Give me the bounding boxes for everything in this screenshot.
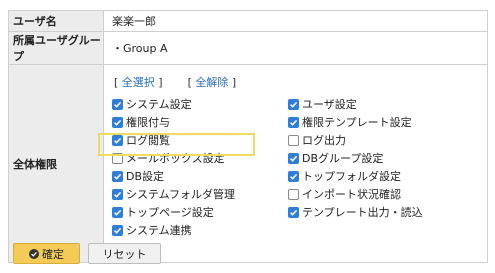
- checkbox-checked[interactable]: [288, 98, 299, 110]
- permission-label: システム連携: [126, 224, 192, 237]
- checkbox-checked[interactable]: [112, 116, 123, 128]
- user-group-value: ・Group A: [103, 31, 488, 65]
- select-all-link[interactable]: 全選択: [122, 76, 155, 89]
- permission-cell: [ 全選択 ] [ 全解除 ] システム設定 ユーザ設定権限付与 権限テンプレート設…: [103, 64, 488, 263]
- permission-label: トップページ設定: [126, 206, 214, 219]
- deselect-all-link[interactable]: 全解除: [195, 76, 228, 89]
- permission-item[interactable]: ログ出力: [288, 132, 346, 148]
- permission-item[interactable]: システムフォルダ管理: [112, 186, 235, 202]
- permission-item[interactable]: メールボックス設定: [112, 150, 225, 166]
- checkbox-unchecked[interactable]: [288, 188, 299, 200]
- permission-label: インポート状況確認: [302, 188, 401, 201]
- checkbox-unchecked[interactable]: [288, 134, 299, 146]
- checkmark-icon: [114, 173, 122, 180]
- checkbox-checked[interactable]: [112, 170, 123, 182]
- checkmark-icon: [290, 173, 298, 180]
- user-group-label: 所属ユーザグループ: [8, 31, 104, 65]
- select-all-bracket-close: ]: [158, 76, 163, 89]
- confirm-button-label: 確定: [42, 247, 64, 261]
- checkbox-checked[interactable]: [112, 206, 123, 218]
- user-name-value: 楽楽一郎: [103, 10, 488, 32]
- checkmark-icon: [114, 119, 122, 126]
- permission-item[interactable]: DBグループ設定: [288, 150, 383, 166]
- checkmark-icon: [290, 155, 298, 162]
- checkmark-icon: [290, 119, 298, 126]
- permission-label: システム設定: [126, 98, 192, 111]
- checkbox-checked[interactable]: [112, 224, 123, 236]
- permission-item[interactable]: ログ閲覧: [112, 132, 170, 148]
- reset-button[interactable]: リセット: [88, 243, 161, 264]
- permission-item[interactable]: トップフォルダ設定: [288, 168, 401, 184]
- permission-label: メールボックス設定: [126, 152, 225, 165]
- checkmark-icon: [114, 209, 122, 216]
- permission-label: システムフォルダ管理: [126, 188, 236, 201]
- permission-item[interactable]: DB設定: [112, 168, 164, 184]
- checkbox-checked[interactable]: [288, 116, 299, 128]
- selection-links: [ 全選択 ] [ 全解除 ]: [114, 74, 236, 90]
- deselect-all-bracket-close: ]: [231, 76, 237, 89]
- permission-label: トップフォルダ設定: [302, 170, 401, 183]
- permission-item[interactable]: 権限付与: [112, 114, 170, 130]
- permission-label: テンプレート出力・読込: [302, 206, 423, 219]
- permission-item[interactable]: システム連携: [112, 222, 192, 238]
- checkbox-checked[interactable]: [112, 188, 123, 200]
- permission-item[interactable]: トップページ設定: [112, 204, 214, 220]
- permission-item[interactable]: システム設定: [112, 96, 192, 112]
- permission-item[interactable]: インポート状況確認: [288, 186, 401, 202]
- permission-item[interactable]: テンプレート出力・読込: [288, 204, 423, 220]
- confirm-button[interactable]: 確定: [13, 243, 80, 264]
- checkbox-unchecked[interactable]: [112, 152, 123, 164]
- permission-label: DB設定: [126, 170, 165, 183]
- reset-button-label: リセット: [102, 247, 147, 261]
- checkmark-icon: [114, 227, 122, 234]
- check-circle-icon: [29, 248, 39, 259]
- checkmark-icon: [290, 101, 298, 108]
- permission-label: ログ出力: [302, 134, 346, 147]
- user-permission-form: ユーザ名 楽楽一郎 所属ユーザグループ ・Group A 全体権限 [ 全選択 …: [8, 10, 488, 263]
- checkmark-icon: [114, 137, 122, 144]
- checkmark-icon: [114, 101, 122, 108]
- checkbox-checked[interactable]: [288, 170, 299, 182]
- checkmark-icon: [290, 209, 298, 216]
- checkmark-icon: [114, 191, 122, 198]
- deselect-all-bracket-open: [: [187, 76, 192, 89]
- permission-label: DBグループ設定: [302, 152, 384, 165]
- global-permission-label: 全体権限: [8, 64, 104, 263]
- permission-label: ユーザ設定: [302, 98, 357, 111]
- permission-item[interactable]: ユーザ設定: [288, 96, 357, 112]
- checkbox-checked[interactable]: [288, 206, 299, 218]
- checkbox-checked[interactable]: [112, 134, 123, 146]
- permission-item[interactable]: 権限テンプレート設定: [288, 114, 412, 130]
- checkbox-checked[interactable]: [112, 98, 123, 110]
- permission-label: 権限付与: [126, 116, 170, 129]
- checkbox-checked[interactable]: [288, 152, 299, 164]
- select-all-bracket-open: [: [114, 76, 119, 89]
- user-name-label: ユーザ名: [8, 10, 104, 32]
- permission-label: ログ閲覧: [126, 134, 170, 147]
- permission-label: 権限テンプレート設定: [302, 116, 412, 129]
